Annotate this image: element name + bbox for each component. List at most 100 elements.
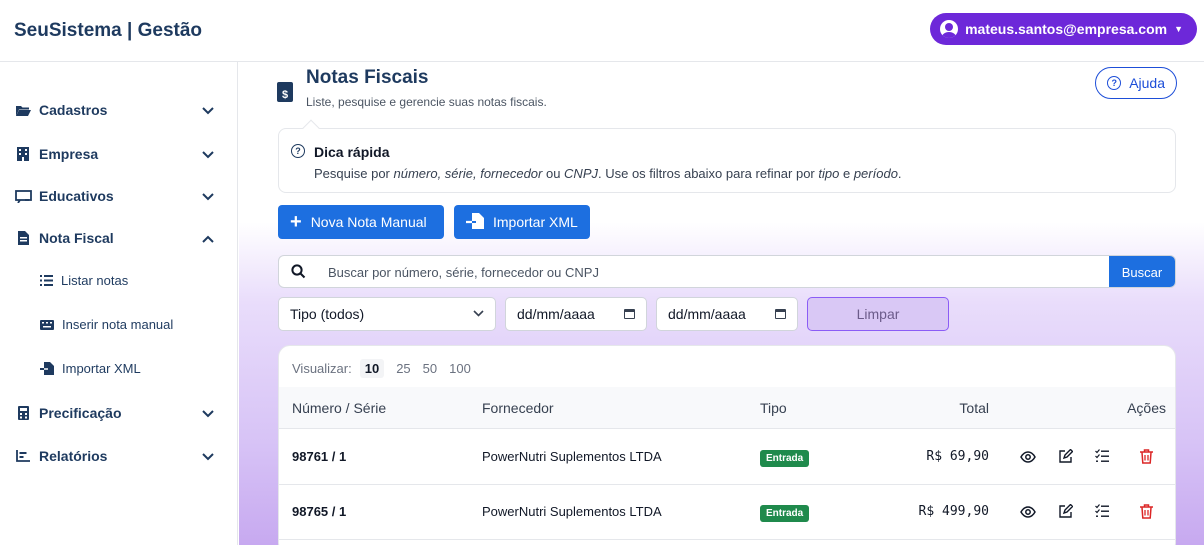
page-size-label: Visualizar:: [292, 361, 352, 376]
sidebar-subitem-label: Listar notas: [61, 273, 129, 288]
tipo-select-value: Tipo (todos): [290, 306, 365, 322]
import-xml-label: Importar XML: [493, 214, 578, 230]
invoices-table-card: Visualizar: 10 25 50 100 Número / Série …: [278, 345, 1176, 545]
folder-open-icon: [14, 103, 32, 117]
file-invoice-icon: [14, 231, 32, 245]
tipo-select[interactable]: Tipo (todos): [278, 297, 496, 331]
plus-icon: +: [290, 211, 302, 233]
sidebar-item-label: Precificação: [39, 405, 122, 421]
column-header-tipo[interactable]: Tipo: [760, 400, 787, 416]
column-header-fornecedor[interactable]: Fornecedor: [482, 400, 554, 416]
sidebar-item-precificacao[interactable]: Precificação: [14, 405, 224, 421]
page-subtitle: Liste, pesquise e gerencie suas notas fi…: [306, 95, 547, 109]
cell-fornecedor: PowerNutri Suplementos LTDA: [482, 504, 662, 519]
view-icon[interactable]: [1020, 449, 1036, 465]
sidebar-item-label: Relatórios: [39, 448, 108, 464]
sidebar-item-empresa[interactable]: Empresa: [14, 146, 224, 162]
trash-icon[interactable]: [1138, 503, 1154, 519]
quick-tip-card: ? Dica rápida Pesquise por número, série…: [278, 119, 1176, 193]
page-size-selector: Visualizar: 10 25 50 100: [292, 359, 471, 378]
status-badge: Entrada: [760, 450, 810, 467]
status-badge: Entrada: [760, 505, 810, 522]
tip-title: Dica rápida: [314, 144, 390, 160]
building-icon: [14, 147, 32, 161]
user-menu-button[interactable]: mateus.santos@empresa.com ▼: [930, 13, 1197, 45]
cell-numero: 98765 / 1: [292, 504, 347, 519]
page-size-option[interactable]: 50: [423, 361, 437, 376]
page-size-option[interactable]: 10: [359, 359, 385, 378]
column-header-acoes: Ações: [1127, 400, 1166, 416]
sidebar-item-relatorios[interactable]: Relatórios: [14, 448, 224, 464]
page-size-option[interactable]: 25: [396, 361, 410, 376]
sidebar-item-label: Nota Fiscal: [39, 230, 114, 246]
page-size-option[interactable]: 100: [449, 361, 471, 376]
chevron-down-icon: [202, 405, 214, 421]
chevron-down-icon: [473, 308, 484, 320]
clear-filters-button[interactable]: Limpar: [807, 297, 949, 331]
table-header: Número / Série Fornecedor Tipo Total Açõ…: [279, 387, 1175, 429]
calculator-icon: [14, 406, 32, 420]
tip-text: Pesquise por número, série, fornecedor o…: [314, 166, 902, 181]
sidebar-item-label: Educativos: [39, 188, 114, 204]
help-button[interactable]: ? Ajuda: [1095, 67, 1177, 99]
cell-total: R$ 499,90: [918, 504, 989, 519]
cell-fornecedor: PowerNutri Suplementos LTDA: [482, 449, 662, 464]
edit-icon[interactable]: [1057, 503, 1073, 519]
edit-icon[interactable]: [1057, 448, 1073, 464]
invoice-dollar-icon: $: [277, 82, 293, 102]
top-bar: SeuSistema | Gestão mateus.santos@empres…: [0, 0, 1204, 62]
list-icon: [40, 275, 53, 286]
column-header-numero[interactable]: Número / Série: [292, 400, 386, 416]
sidebar-item-label: Empresa: [39, 146, 99, 162]
date-from-input[interactable]: dd/mm/aaaa: [505, 297, 647, 331]
sidebar: Cadastros Empresa Educativos Nota Fiscal…: [0, 62, 238, 545]
import-xml-button[interactable]: Importar XML: [454, 205, 590, 239]
chevron-down-icon: [202, 102, 214, 118]
sidebar-subitem-listar-notas[interactable]: Listar notas: [40, 273, 128, 288]
keyboard-icon: [40, 319, 54, 330]
table-row[interactable]: 98761 / 1 PowerNutri Suplementos LTDA En…: [279, 430, 1175, 485]
trash-icon[interactable]: [1138, 448, 1154, 464]
file-import-icon: [40, 362, 54, 375]
cell-numero: 98761 / 1: [292, 449, 347, 464]
user-avatar-icon: [940, 20, 959, 38]
calendar-icon: [624, 309, 635, 319]
date-to-value: dd/mm/aaaa: [668, 306, 746, 322]
date-to-input[interactable]: dd/mm/aaaa: [656, 297, 798, 331]
sidebar-subitem-label: Inserir nota manual: [62, 317, 174, 332]
table-row[interactable]: 98765 / 1 PowerNutri Suplementos LTDA En…: [279, 485, 1175, 540]
new-manual-invoice-button[interactable]: + Nova Nota Manual: [278, 205, 444, 239]
column-header-total[interactable]: Total: [959, 400, 989, 416]
caret-down-icon: ▼: [1174, 24, 1183, 34]
user-email: mateus.santos@empresa.com: [965, 21, 1168, 37]
date-from-value: dd/mm/aaaa: [517, 306, 595, 322]
sidebar-subitem-inserir-nota-manual[interactable]: Inserir nota manual: [40, 317, 173, 332]
calendar-icon: [775, 309, 786, 319]
search-bar: Buscar por número, série, fornecedor ou …: [278, 255, 1176, 288]
main-content: $ Notas Fiscais Liste, pesquise e gerenc…: [239, 62, 1204, 545]
sidebar-item-label: Cadastros: [39, 102, 108, 118]
new-manual-invoice-label: Nova Nota Manual: [310, 214, 427, 230]
chart-bar-icon: [14, 449, 32, 463]
sidebar-item-nota-fiscal[interactable]: Nota Fiscal: [14, 230, 224, 246]
chevron-down-icon: [202, 448, 214, 464]
file-import-icon: [466, 212, 484, 232]
sidebar-subitem-label: Importar XML: [62, 361, 141, 376]
list-check-icon[interactable]: [1094, 448, 1110, 464]
question-circle-icon: ?: [1107, 76, 1122, 90]
cell-total: R$ 69,90: [926, 449, 989, 464]
chalkboard-icon: [14, 189, 32, 203]
question-circle-icon: ?: [291, 144, 305, 158]
search-input[interactable]: Buscar por número, série, fornecedor ou …: [328, 265, 599, 280]
sidebar-item-cadastros[interactable]: Cadastros: [14, 102, 224, 118]
sidebar-subitem-importar-xml[interactable]: Importar XML: [40, 361, 141, 376]
search-button[interactable]: Buscar: [1109, 256, 1175, 287]
page-title: Notas Fiscais: [306, 67, 429, 88]
list-check-icon[interactable]: [1094, 503, 1110, 519]
search-icon: [291, 264, 307, 280]
sidebar-item-educativos[interactable]: Educativos: [14, 188, 224, 204]
brand-title[interactable]: SeuSistema | Gestão: [14, 20, 202, 42]
chevron-up-icon: [202, 230, 214, 246]
view-icon[interactable]: [1020, 504, 1036, 520]
chevron-down-icon: [202, 188, 214, 204]
